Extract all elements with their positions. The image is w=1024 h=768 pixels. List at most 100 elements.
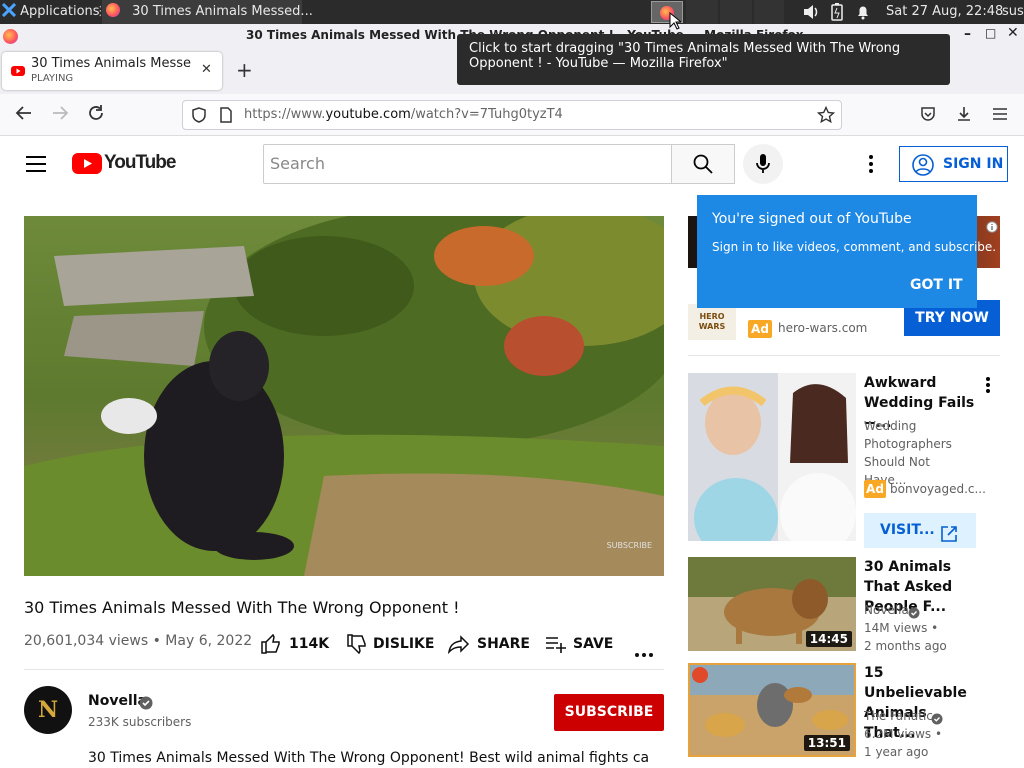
video-duration: 13:51 (803, 735, 850, 751)
ad-domain[interactable]: hero-wars.com (778, 321, 867, 335)
bookmark-star-icon[interactable] (816, 105, 836, 128)
reload-icon[interactable] (87, 104, 105, 126)
video-frame-image: SUBSCRIBE (24, 216, 664, 576)
microphone-icon (756, 154, 770, 178)
youtube-logo-text: YouTube (104, 152, 176, 173)
drag-tooltip: Click to start dragging "30 Times Animal… (457, 34, 950, 85)
visit-label: VISIT... (880, 522, 935, 538)
hamburger-menu-icon[interactable] (992, 106, 1008, 126)
video-duration: 14:45 (805, 631, 852, 647)
applications-label: Applications (20, 4, 100, 19)
hero-wars-logo-text: HERO WARS (698, 312, 726, 331)
url-prefix: https://www. (244, 107, 326, 122)
tab-title: 30 Times Animals Messed W (31, 56, 191, 71)
url-bar[interactable]: https://www.youtube.com/watch?v=7Tuhg0ty… (182, 100, 842, 130)
minimize-button[interactable]: – (964, 26, 971, 42)
workspace-4[interactable] (754, 0, 784, 24)
guide-menu-icon[interactable] (26, 155, 46, 177)
search-icon (693, 154, 713, 178)
popup-title: You're signed out of YouTube (712, 211, 912, 227)
save-label: SAVE (573, 636, 614, 652)
firefox-icon (106, 3, 120, 17)
avatar-letter: N (37, 697, 59, 723)
share-arrow-icon (447, 634, 470, 660)
firefox-icon (3, 29, 18, 44)
dislike-label: DISLIKE (373, 636, 435, 652)
sidebar-card-2-views: 14M views • (864, 621, 939, 635)
page-info-icon[interactable] (219, 107, 233, 127)
ad-badge: Ad (864, 480, 886, 498)
notification-bell-icon[interactable] (856, 0, 870, 24)
sign-in-button[interactable]: SIGN IN (899, 146, 1008, 182)
applications-menu[interactable]: Applications (1, 0, 100, 24)
more-options-icon[interactable] (868, 154, 874, 178)
ad-thumbnail[interactable] (688, 373, 856, 541)
signed-out-popup: You're signed out of YouTube Sign in to … (697, 195, 996, 308)
taskbar-window-button[interactable]: 30 Times Animals Messed... (102, 0, 313, 24)
user-menu[interactable]: sus (1002, 0, 1024, 24)
xfce-logo-icon (1, 2, 17, 18)
video-watermark: SUBSCRIBE (607, 541, 652, 550)
divider (688, 355, 1000, 356)
ad-domain[interactable]: bonvoyaged.c... (890, 480, 986, 498)
downloads-icon[interactable] (956, 106, 972, 126)
forward-arrow-icon[interactable] (51, 104, 69, 126)
card-menu-icon[interactable] (985, 376, 991, 398)
views-and-date: 20,601,034 views • May 6, 2022 (24, 633, 253, 649)
url-path: /watch?v=7Tuhg0tyzT4 (410, 107, 563, 122)
search-input[interactable]: Search (263, 144, 672, 184)
search-button[interactable] (671, 144, 735, 184)
got-it-button[interactable]: GOT IT (910, 277, 963, 293)
url-text: https://www.youtube.com/watch?v=7Tuhg0ty… (244, 107, 563, 122)
account-icon (912, 154, 934, 189)
ad-info-icon[interactable] (986, 218, 998, 237)
thumbs-down-icon (346, 634, 368, 660)
back-arrow-icon[interactable] (15, 104, 33, 126)
more-actions-icon[interactable] (635, 642, 653, 661)
maximize-button[interactable]: □ (985, 26, 996, 40)
thumbs-up-icon (260, 633, 282, 660)
navigation-toolbar: https://www.youtube.com/watch?v=7Tuhg0ty… (0, 94, 1024, 136)
sidebar-card-2-channel[interactable]: Novella (864, 601, 909, 619)
taskbar-window-title: 30 Times Animals Messed... (132, 4, 313, 19)
sign-in-label: SIGN IN (943, 156, 1004, 172)
sidebar-card-3-thumbnail[interactable]: 13:51 (688, 663, 856, 757)
sidebar-card-3-age: 1 year ago (864, 745, 929, 759)
tab-playing-status: PLAYING (31, 73, 74, 84)
visit-button[interactable]: VISIT... (864, 513, 976, 548)
clock[interactable]: Sat 27 Aug, 22:48 (886, 0, 1003, 24)
youtube-header: YouTube Search SIGN IN (0, 136, 1024, 192)
channel-avatar[interactable]: N (24, 686, 72, 734)
sidebar-card-2-age: 2 months ago (864, 639, 947, 653)
divider (24, 669, 664, 670)
sidebar-card-3-channel[interactable]: The Fanatic (864, 707, 933, 725)
like-count: 114K (289, 636, 330, 652)
workspace-2[interactable] (686, 0, 718, 24)
popup-body: Sign in to like videos, comment, and sub… (712, 240, 997, 254)
hero-wars-logo[interactable]: HERO WARS (688, 304, 736, 340)
volume-icon[interactable] (802, 0, 820, 24)
youtube-play-icon (72, 153, 102, 174)
url-domain: youtube.com (325, 107, 411, 122)
video-title: 30 Times Animals Messed With The Wrong O… (24, 598, 460, 617)
ad-badge: Ad (748, 320, 772, 338)
video-description: 30 Times Animals Messed With The Wrong O… (88, 750, 648, 766)
subscribe-button[interactable]: SUBSCRIBE (554, 694, 664, 731)
tracking-shield-icon[interactable] (191, 107, 207, 127)
new-tab-button[interactable]: + (236, 60, 253, 80)
sidebar-card-2-thumbnail[interactable]: 14:45 (688, 557, 856, 651)
tab-close-icon[interactable]: ✕ (201, 62, 212, 77)
youtube-favicon-icon (11, 66, 25, 76)
tab-youtube[interactable]: 30 Times Animals Messed W PLAYING ✕ (2, 52, 222, 90)
pocket-icon[interactable] (920, 106, 936, 126)
voice-search-button[interactable] (743, 144, 783, 184)
close-window-button[interactable]: ✕ (1007, 25, 1019, 41)
workspace-3[interactable] (720, 0, 752, 24)
battery-icon[interactable] (830, 0, 844, 24)
video-player[interactable]: SUBSCRIBE (24, 216, 664, 576)
sidebar-card-1-desc: Wedding Photographers Should Not Have... (864, 419, 952, 487)
mouse-cursor-icon (669, 11, 683, 34)
subscriber-count: 233K subscribers (88, 715, 192, 729)
add-to-playlist-icon (545, 634, 567, 660)
separator: ⋮ (94, 4, 107, 19)
